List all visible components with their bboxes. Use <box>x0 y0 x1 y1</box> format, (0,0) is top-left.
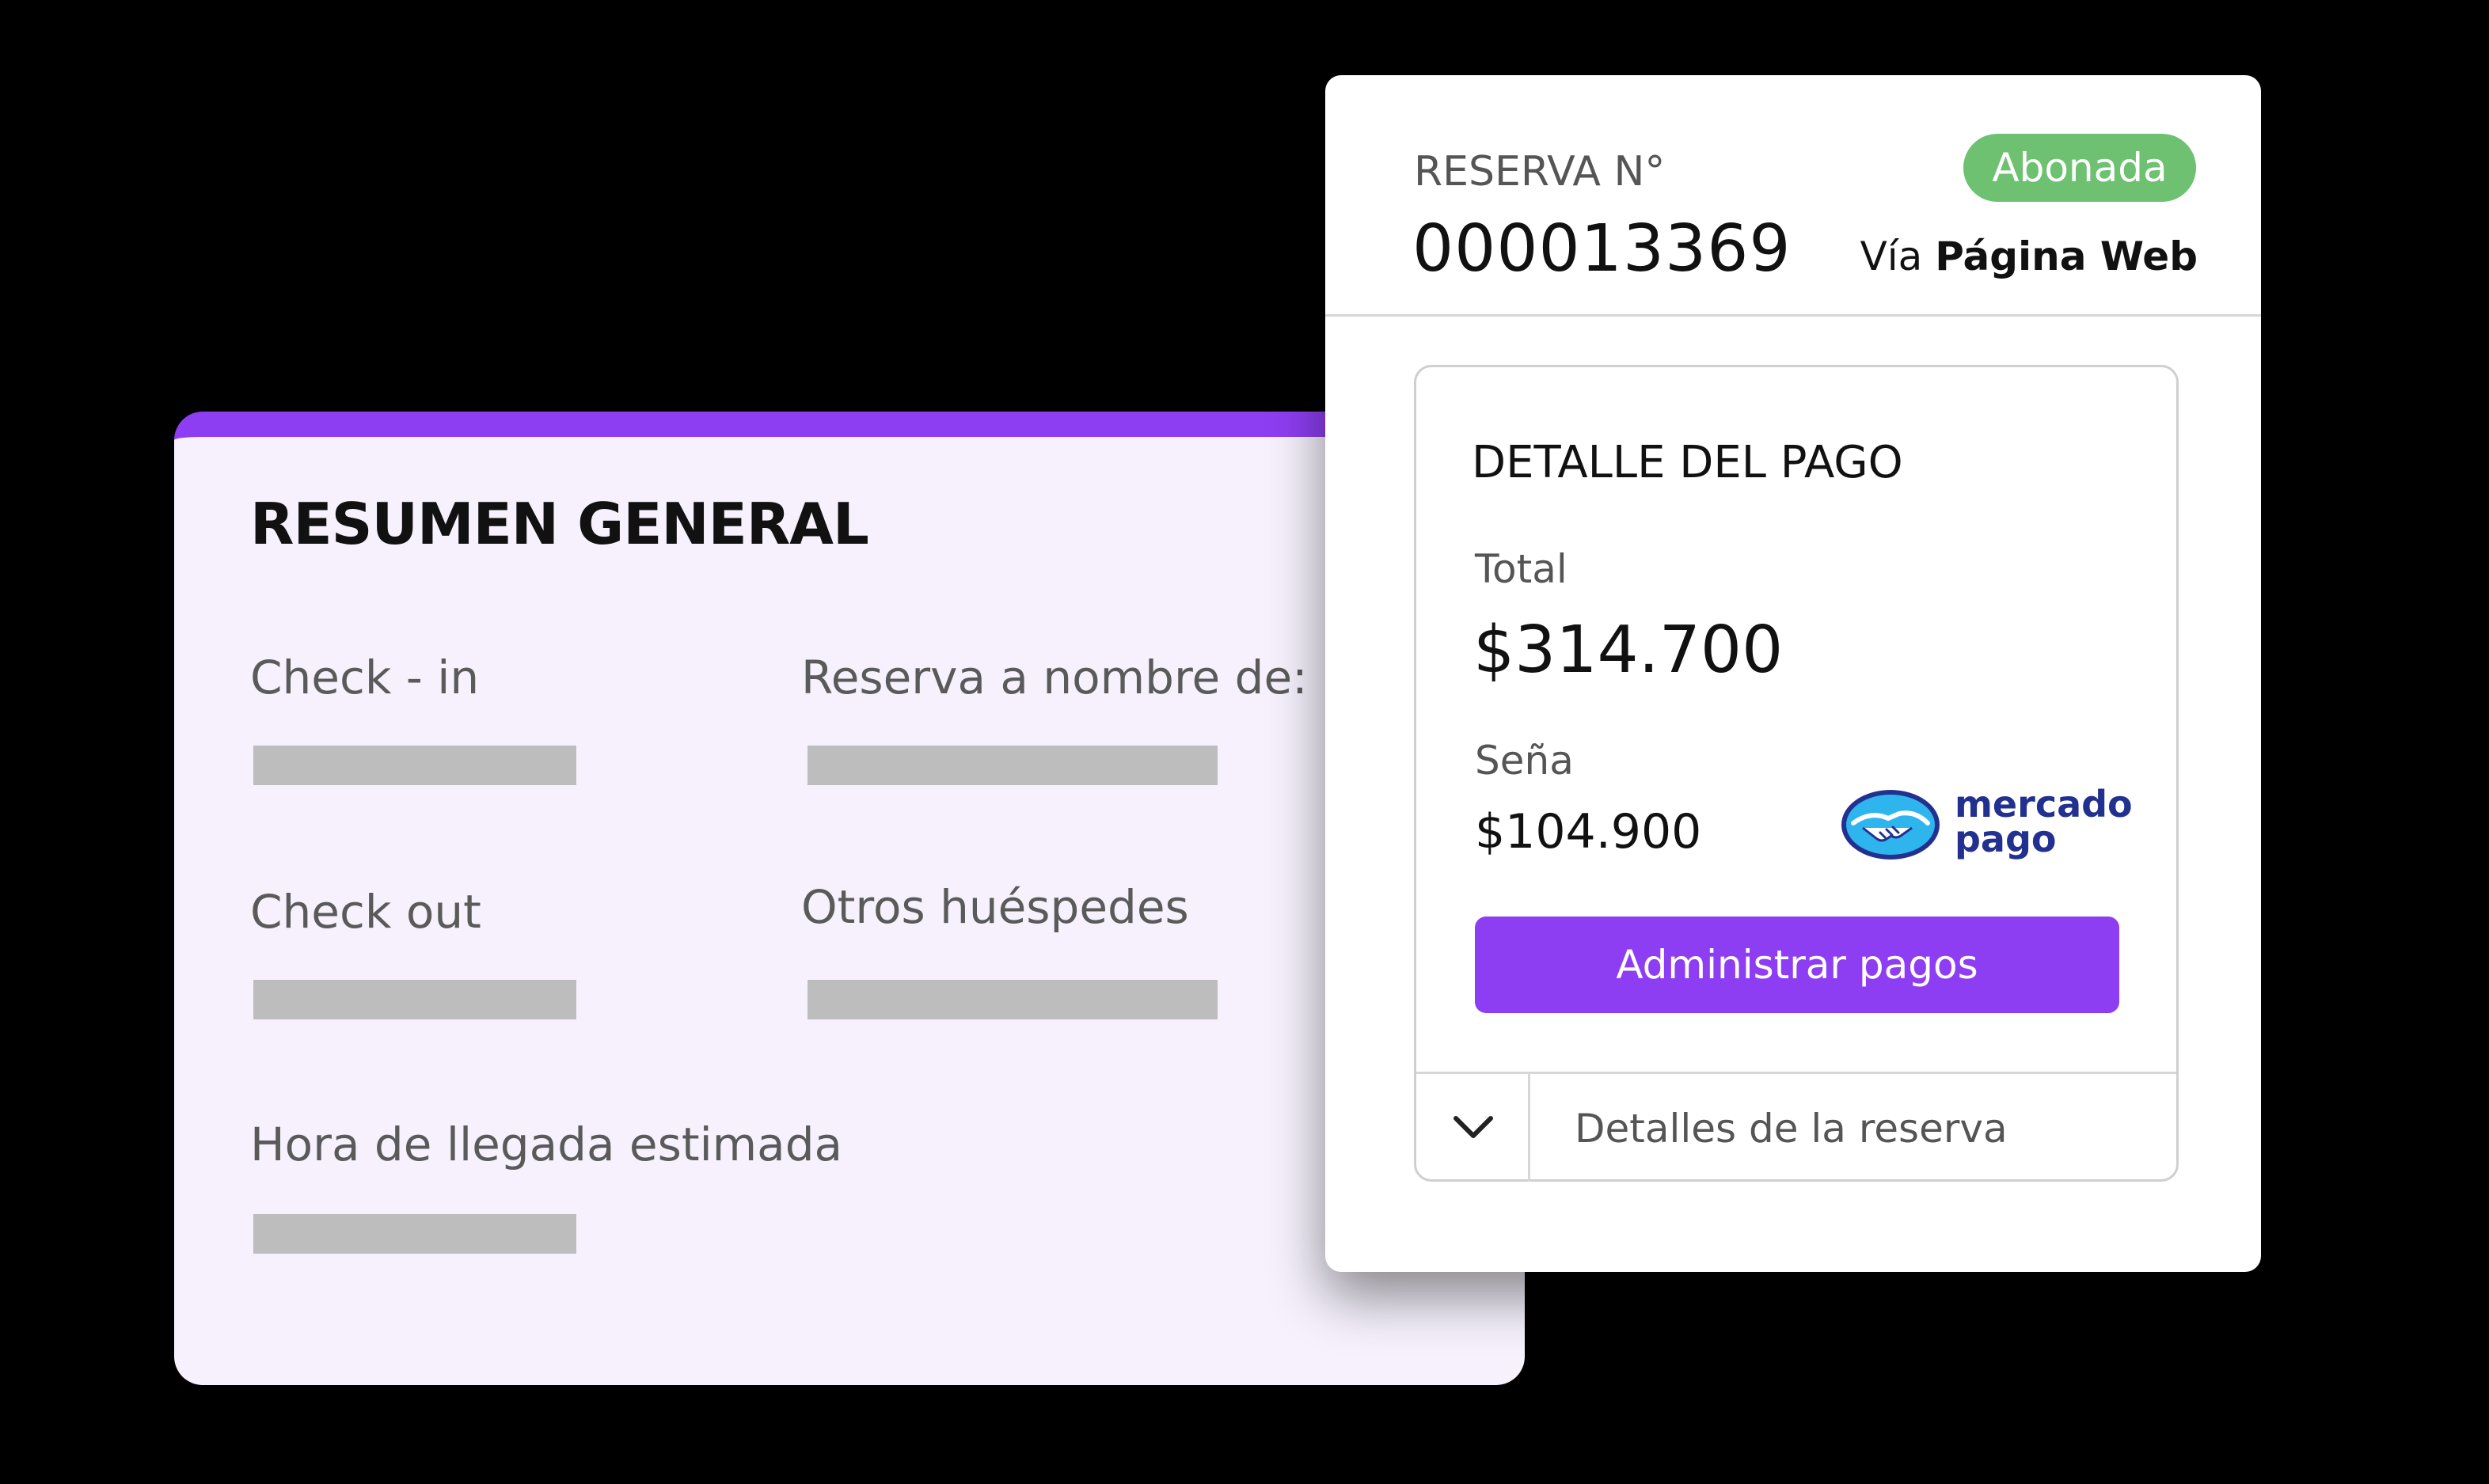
summary-title: RESUMEN GENERAL <box>250 491 869 557</box>
total-value: $314.700 <box>1473 613 1784 688</box>
check-out-value-placeholder <box>253 980 576 1019</box>
otros-huespedes-label: Otros huéspedes <box>801 880 1189 934</box>
payment-detail-title: DETALLE DEL PAGO <box>1472 437 1903 488</box>
check-out-label: Check out <box>250 885 481 939</box>
check-in-label: Check - in <box>250 651 480 704</box>
check-in-value-placeholder <box>253 746 576 785</box>
sena-value: $104.900 <box>1475 804 1702 860</box>
reservation-details-toggle[interactable]: Detalles de la reserva <box>1416 1072 2176 1182</box>
hora-llegada-value-placeholder <box>253 1214 576 1254</box>
payment-detail-box: DETALLE DEL PAGO Total $314.700 Seña $10… <box>1414 365 2179 1182</box>
summary-card: RESUMEN GENERAL Check - in Reserva a nom… <box>174 412 1525 1385</box>
expand-details-button[interactable] <box>1416 1074 1530 1182</box>
mercado-pago-wordmark: mercado pago <box>1955 786 2133 857</box>
hora-llegada-label: Hora de llegada estimada <box>250 1118 843 1171</box>
sena-label: Seña <box>1475 738 1574 784</box>
reservation-details-label[interactable]: Detalles de la reserva <box>1575 1106 2008 1152</box>
total-label: Total <box>1475 546 1568 592</box>
header-divider <box>1325 314 2261 317</box>
reserva-nombre-value-placeholder <box>808 746 1218 785</box>
manage-payments-button[interactable]: Administrar pagos <box>1475 917 2119 1013</box>
reserva-number-label: RESERVA N° <box>1414 148 1666 195</box>
mercado-pago-logo: mercado pago <box>1839 786 2133 863</box>
reserva-nombre-label: Reserva a nombre de: <box>801 651 1308 704</box>
otros-huespedes-value-placeholder <box>808 980 1218 1019</box>
booking-source-name: Página Web <box>1935 233 2198 279</box>
mercado-pago-wordmark-line2: pago <box>1955 818 2057 860</box>
booking-source: Vía Página Web <box>1860 233 2198 279</box>
booking-source-prefix: Vía <box>1860 233 1936 279</box>
status-badge: Abonada <box>1963 134 2196 202</box>
reserva-number: 000013369 <box>1412 211 1792 287</box>
chevron-down-icon <box>1454 1116 1493 1138</box>
reserva-card: RESERVA N° 000013369 Abonada Vía Página … <box>1325 75 2261 1272</box>
mercado-pago-handshake-icon <box>1841 790 1940 860</box>
